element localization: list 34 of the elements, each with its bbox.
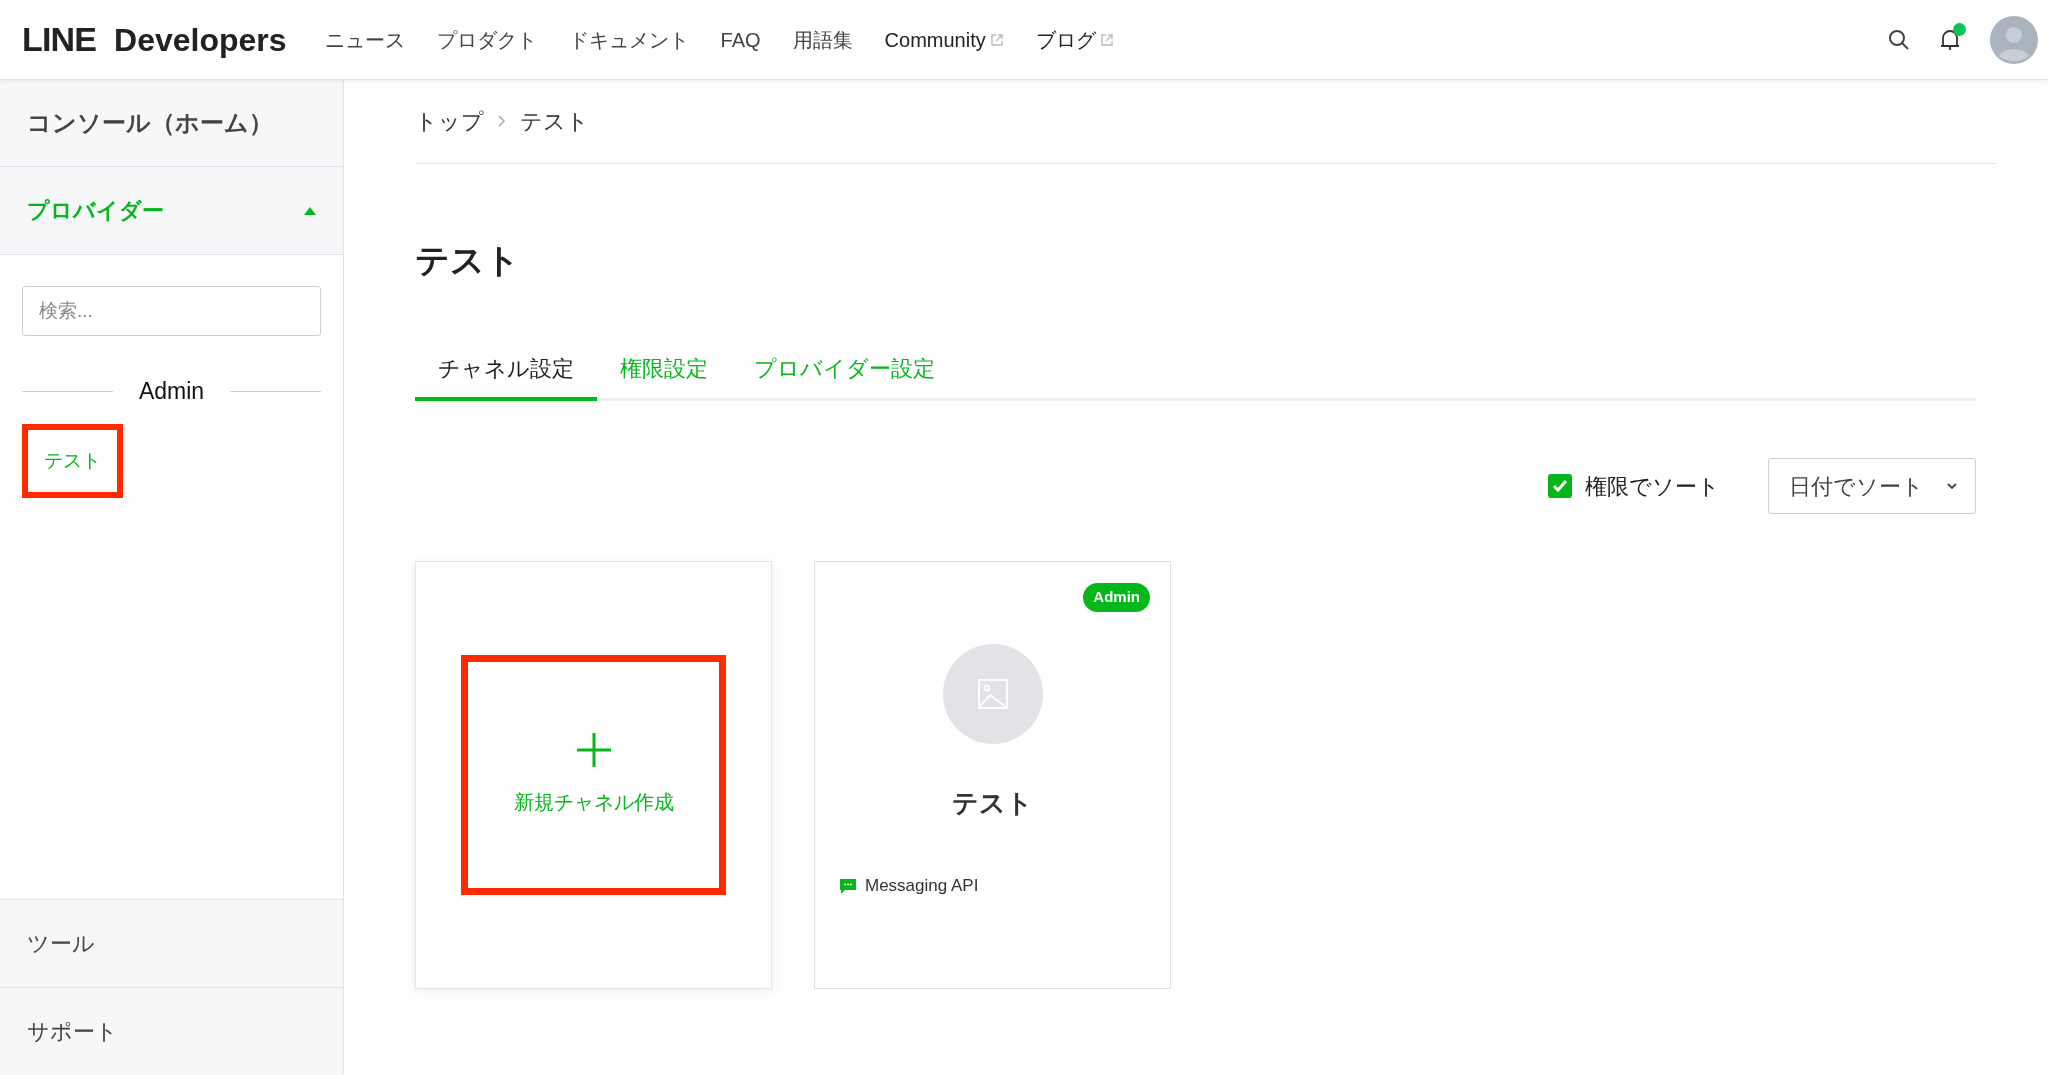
admin-badge: Admin (1083, 583, 1150, 612)
sort-dropdown[interactable]: 日付でソート (1768, 458, 1976, 514)
sidebar-item[interactable]: コンソール（ホーム） (0, 80, 343, 167)
channel-type: Messaging API (865, 875, 979, 897)
tab[interactable]: チャネル設定 (415, 352, 597, 401)
checkbox[interactable] (1548, 474, 1572, 498)
nav-link[interactable]: Community (868, 24, 1020, 55)
breadcrumb-current-page: テスト (520, 107, 589, 136)
search-field[interactable]: 検索... (22, 286, 321, 336)
image-icon (977, 679, 1008, 709)
group-label: Admin (138, 377, 205, 406)
check-icon (1553, 480, 1567, 492)
chevron-down-icon (1947, 482, 1957, 490)
external-link-icon (989, 32, 1004, 47)
breadcrumb-link[interactable]: トップ (415, 104, 484, 138)
channel-card[interactable]: Admin テスト Messaging API (814, 561, 1171, 989)
search-icon[interactable] (1888, 28, 1910, 51)
nav-link[interactable]: ブログ (1019, 24, 1130, 55)
sidebar-item[interactable]: ツール (0, 899, 343, 987)
nav-link[interactable]: プロダクト (420, 24, 553, 55)
plus-icon (576, 733, 611, 767)
external-link-icon (1099, 32, 1114, 47)
channel-name: テスト (952, 787, 1033, 820)
nav-link[interactable]: ドキュメント (552, 24, 705, 55)
logo[interactable]: LINE Developers (22, 14, 287, 65)
sidebar-item[interactable]: サポート (0, 987, 343, 1075)
nav-link[interactable]: ニュース (308, 24, 421, 55)
page-title: テスト (415, 240, 521, 281)
new-channel-label: 新規チャネル作成 (513, 790, 674, 815)
chevron-right-icon (498, 115, 506, 127)
chat-icon (839, 876, 857, 895)
checkbox-label: 権限でソート (1585, 472, 1720, 501)
nav-link[interactable]: 用語集 (776, 24, 869, 55)
nav-link[interactable]: FAQ (704, 24, 777, 55)
